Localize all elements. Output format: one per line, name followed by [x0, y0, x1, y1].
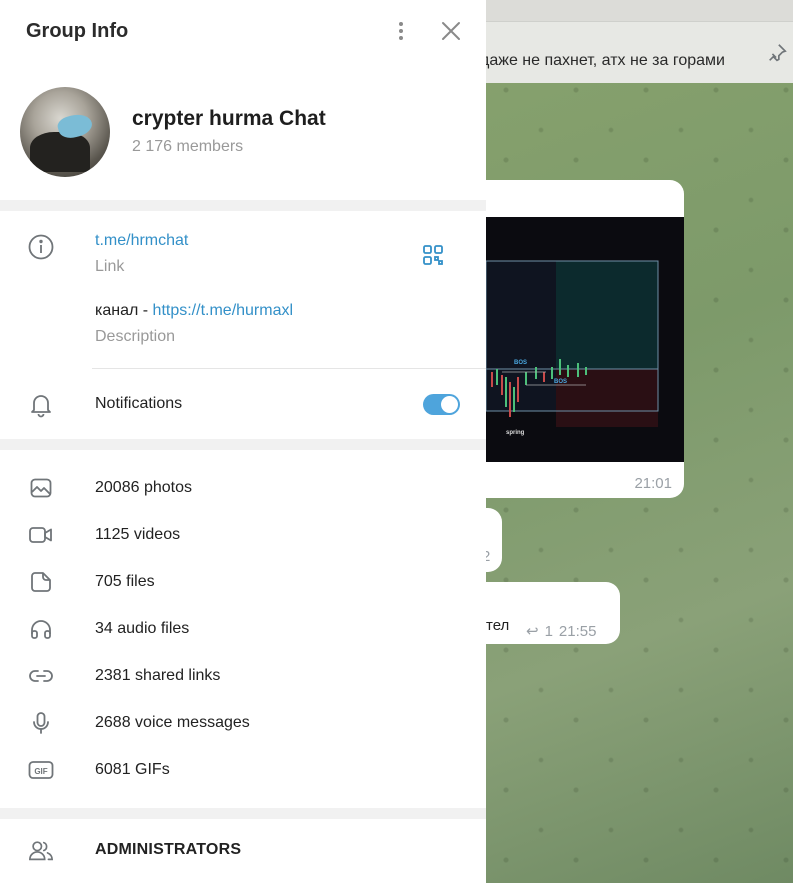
media-row-label: 705 files [95, 573, 155, 590]
message-time: 21:01 [634, 475, 672, 492]
description-label: Description [95, 328, 176, 345]
media-row-label: 1125 videos [95, 526, 181, 543]
more-options-button[interactable] [389, 19, 413, 43]
qr-code-icon [423, 245, 443, 265]
media-row-label: 34 audio files [95, 620, 190, 637]
media-row-label: 2688 voice messages [95, 714, 250, 731]
group-name: crypter hurma Chat [132, 107, 326, 130]
media-row-label: 20086 photos [95, 479, 192, 496]
link-icon [28, 663, 54, 689]
pinned-message-text[interactable]: даже не пахнет, атх не за горами [486, 52, 725, 70]
avatar[interactable] [20, 87, 110, 177]
media-row-photos[interactable]: 20086 photos [0, 465, 486, 512]
chart-label: BOS [554, 379, 567, 385]
message-bubble[interactable]: BOS BOS spring 21:01 [486, 180, 684, 498]
media-row-label: 6081 GIFs [95, 761, 170, 778]
message-time: 21:55 [558, 623, 597, 640]
group-info-section [0, 211, 486, 439]
description-link[interactable]: https://t.me/hurmaxl [153, 302, 294, 319]
message-bubble[interactable]: 2 [486, 508, 502, 572]
link-label: Link [95, 258, 125, 275]
bell-icon [28, 392, 54, 418]
media-row-gifs[interactable]: GIF 6081 GIFs [0, 747, 486, 794]
close-icon [442, 22, 460, 40]
users-icon [28, 838, 54, 864]
photo-icon [28, 475, 54, 501]
chart-image[interactable]: BOS BOS spring [486, 217, 684, 462]
gif-icon: GIF [28, 757, 54, 783]
chart-label: BOS [514, 360, 527, 366]
member-count: 2 176 members [132, 138, 244, 155]
pin-icon[interactable] [766, 42, 788, 64]
file-icon [28, 569, 54, 595]
chat-top-bar [486, 0, 793, 22]
media-row-audio[interactable]: 34 audio files [0, 606, 486, 653]
notifications-label: Notifications [95, 395, 183, 412]
message-meta: 2 [486, 548, 491, 565]
media-row-videos[interactable]: 1125 videos [0, 512, 486, 559]
reply-count: 1 [544, 623, 553, 640]
media-row-label: 2381 shared links [95, 667, 221, 684]
media-row-files[interactable]: 705 files [0, 559, 486, 606]
group-link[interactable]: t.me/hrmchat [95, 232, 188, 250]
administrators-label: ADMINISTRATORS [95, 841, 242, 858]
chat-background: даже не пахнет, атх не за горами BOS BOS… [486, 0, 793, 883]
description-prefix: канал - [95, 302, 153, 319]
headphones-icon [28, 616, 54, 642]
notifications-toggle[interactable] [423, 394, 460, 415]
message-bubble[interactable]: тел ↩ 1 21:55 [486, 582, 620, 644]
message-meta: ↩ 1 21:55 [526, 622, 596, 640]
reply-icon[interactable]: ↩ [526, 623, 539, 640]
video-icon [28, 522, 54, 548]
pinned-message-bar[interactable]: даже не пахнет, атх не за горами [486, 0, 793, 83]
group-info-panel: Group Info crypter hurma Chat 2 176 memb… [0, 0, 486, 883]
media-row-links[interactable]: 2381 shared links [0, 653, 486, 700]
chart-label: spring [506, 430, 525, 436]
svg-text:GIF: GIF [34, 767, 47, 776]
qr-code-button[interactable] [421, 243, 445, 267]
administrators-row[interactable]: ADMINISTRATORS [0, 819, 486, 883]
divider [92, 368, 486, 369]
media-row-voice[interactable]: 2688 voice messages [0, 700, 486, 747]
group-header-section: Group Info crypter hurma Chat 2 176 memb… [0, 0, 486, 200]
group-description: канал - https://t.me/hurmaxl [95, 302, 293, 320]
close-button[interactable] [439, 19, 463, 43]
microphone-icon [28, 710, 54, 736]
panel-title: Group Info [26, 20, 129, 42]
info-icon [28, 234, 54, 260]
message-text: тел [486, 617, 510, 634]
more-vertical-icon [399, 22, 403, 40]
